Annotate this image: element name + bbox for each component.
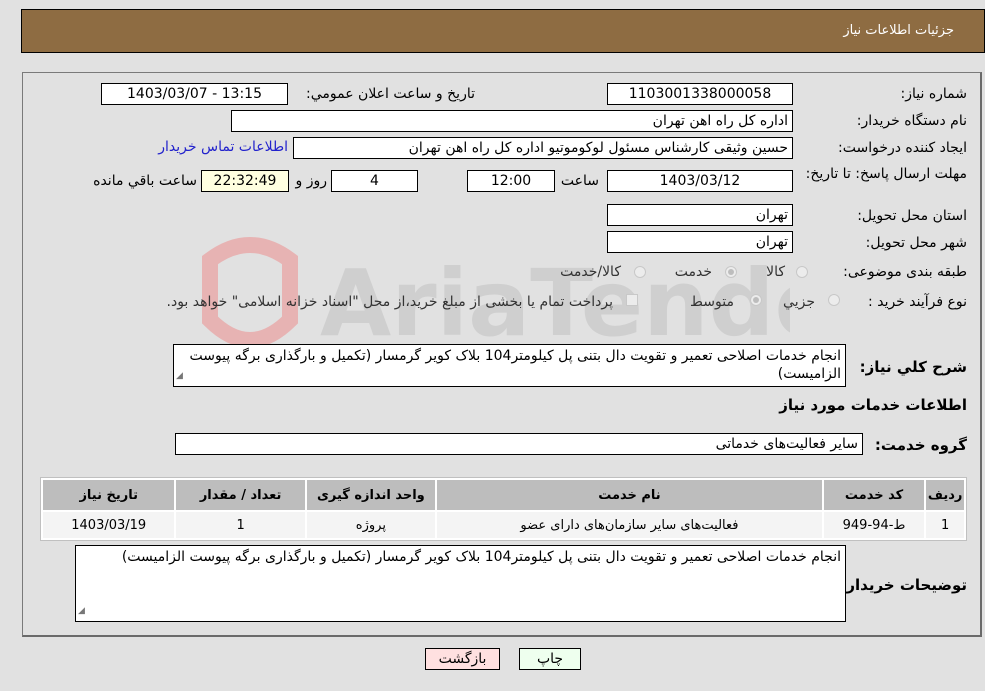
category-service-radio[interactable] bbox=[725, 266, 737, 278]
deadline-label: مهلت ارسال پاسخ: تا تاریخ: bbox=[805, 166, 967, 182]
category-label: طبقه بندی موضوعی: bbox=[843, 264, 967, 280]
buyer-contact-link[interactable]: اطلاعات تماس خریدار bbox=[158, 139, 288, 155]
cell-need-date: 1403/03/19 bbox=[43, 512, 175, 538]
services-section-title: اطلاعات خدمات مورد نیاز bbox=[779, 396, 967, 414]
resize-grip-icon[interactable]: ◢ bbox=[176, 367, 183, 385]
table-row: 1 ط-94-949 فعالیت‌های سایر سازمان‌های دا… bbox=[43, 512, 964, 538]
buyer-org-field: اداره کل راه اهن تهران bbox=[231, 110, 793, 132]
service-group-field: سایر فعالیت‌های خدماتی bbox=[175, 433, 863, 455]
treasury-note: پرداخت تمام یا بخشی از مبلغ خرید،از محل … bbox=[166, 294, 613, 310]
need-number-label: شماره نیاز: bbox=[900, 86, 968, 102]
category-goods-label: کالا bbox=[766, 264, 785, 280]
remaining-time-field: 22:32:49 bbox=[201, 170, 289, 192]
purchase-type-label: نوع فرآیند خرید : bbox=[868, 294, 967, 310]
page-title: جزئیات اطلاعات نیاز bbox=[843, 23, 954, 38]
purchase-type-minor-radio[interactable] bbox=[828, 294, 840, 306]
services-table-header: ردیف کد خدمت نام خدمت واحد اندازه گیری ت… bbox=[43, 480, 964, 510]
cell-service-name: فعالیت‌های سایر سازمان‌های دارای عضو bbox=[437, 512, 822, 538]
col-unit: واحد اندازه گیری bbox=[306, 480, 436, 510]
remaining-days-field: 4 bbox=[331, 170, 418, 192]
cell-row-number: 1 bbox=[926, 512, 964, 538]
province-field: تهران bbox=[607, 204, 793, 226]
deadline-time-field: 12:00 bbox=[467, 170, 555, 192]
cell-unit: پروژه bbox=[306, 512, 436, 538]
announce-datetime-label: تاریخ و ساعت اعلان عمومي: bbox=[306, 86, 475, 102]
buyer-notes-label: توضیحات خریدار: bbox=[840, 576, 967, 594]
treasury-checkbox[interactable] bbox=[626, 294, 638, 306]
resize-grip-icon[interactable]: ◢ bbox=[78, 602, 85, 620]
print-button[interactable]: چاپ bbox=[519, 648, 581, 670]
general-description-label: شرح کلي نیاز: bbox=[859, 358, 967, 376]
buyer-notes-field[interactable]: انجام خدمات اصلاحی تعمیر و تقویت دال بتن… bbox=[75, 545, 846, 622]
col-service-name: نام خدمت bbox=[437, 480, 822, 510]
category-goods-service-radio[interactable] bbox=[634, 266, 646, 278]
cell-service-code: ط-94-949 bbox=[823, 512, 925, 538]
category-goods-radio[interactable] bbox=[796, 266, 808, 278]
general-description-field[interactable]: انجام خدمات اصلاحی تعمیر و تقویت دال بتن… bbox=[173, 344, 846, 387]
page-header: جزئیات اطلاعات نیاز bbox=[21, 9, 985, 53]
cell-quantity: 1 bbox=[176, 512, 305, 538]
remaining-time-label: ساعت باقي مانده bbox=[93, 173, 197, 189]
col-quantity: تعداد / مقدار bbox=[176, 480, 305, 510]
city-label: شهر محل تحویل: bbox=[865, 235, 967, 251]
service-group-label: گروه خدمت: bbox=[874, 436, 967, 454]
deadline-time-label: ساعت bbox=[560, 173, 599, 189]
announce-datetime-field: 1403/03/07 - 13:15 bbox=[101, 83, 288, 105]
category-service-label: خدمت bbox=[674, 264, 712, 280]
col-service-code: کد خدمت bbox=[823, 480, 925, 510]
days-label: روز و bbox=[295, 173, 328, 189]
general-description-text: انجام خدمات اصلاحی تعمیر و تقویت دال بتن… bbox=[189, 348, 841, 382]
buyer-org-label: نام دستگاه خریدار: bbox=[856, 113, 967, 129]
purchase-type-minor-label: جزيي bbox=[783, 294, 815, 310]
col-need-date: تاریخ نیاز bbox=[43, 480, 175, 510]
purchase-type-medium-label: متوسط bbox=[690, 294, 734, 310]
category-goods-service-label: کالا/خدمت bbox=[560, 264, 621, 280]
requester-field: حسین وثیقی کارشناس مسئول لوکوموتیو اداره… bbox=[293, 137, 793, 159]
requester-label: ایجاد کننده درخواست: bbox=[838, 140, 967, 156]
need-number-field: 1103001338000058 bbox=[607, 83, 793, 105]
col-row-number: ردیف bbox=[926, 480, 964, 510]
province-label: استان محل تحویل: bbox=[857, 208, 967, 224]
purchase-type-medium-radio[interactable] bbox=[750, 294, 762, 306]
deadline-date-field: 1403/03/12 bbox=[607, 170, 793, 192]
buyer-notes-text: انجام خدمات اصلاحی تعمیر و تقویت دال بتن… bbox=[121, 549, 841, 565]
city-field: تهران bbox=[607, 231, 793, 253]
services-table: ردیف کد خدمت نام خدمت واحد اندازه گیری ت… bbox=[40, 477, 967, 541]
back-button[interactable]: بازگشت bbox=[425, 648, 500, 670]
